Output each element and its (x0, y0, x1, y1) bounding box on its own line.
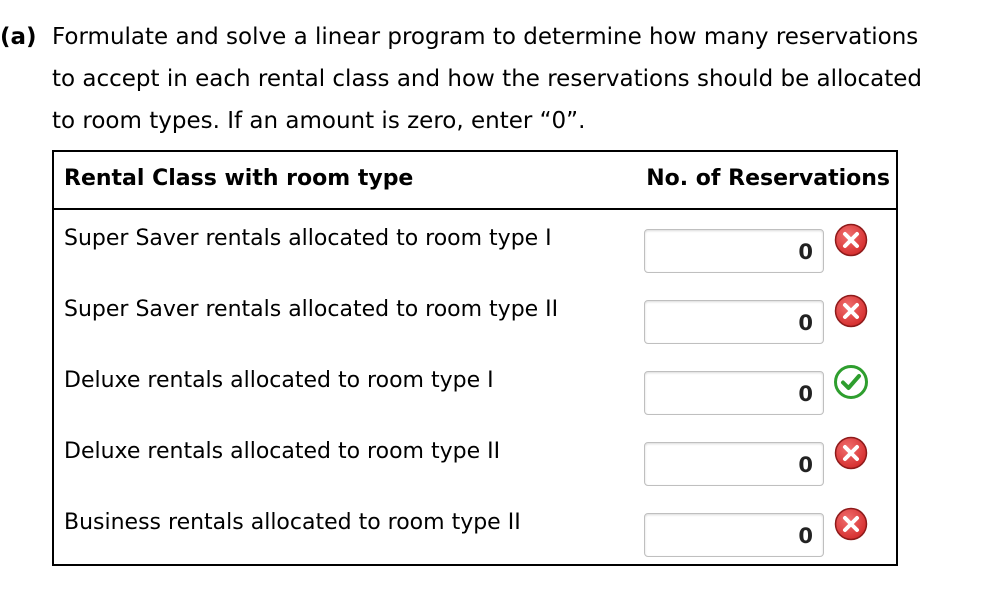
question-text: (a) Formulate and solve a linear program … (0, 16, 985, 142)
x-circle-icon (833, 435, 869, 471)
table-row: Deluxe rentals allocated to room type II… (54, 423, 896, 494)
table-row: Super Saver rentals allocated to room ty… (54, 210, 896, 281)
reservations-input[interactable]: 0 (644, 513, 824, 557)
x-circle-icon (833, 222, 869, 258)
reservations-input[interactable]: 0 (644, 300, 824, 344)
header-rental-class: Rental Class with room type (64, 166, 414, 191)
table-header: Rental Class with room type No. of Reser… (54, 152, 896, 210)
table-row: Super Saver rentals allocated to room ty… (54, 281, 896, 352)
question-line-1: (a) Formulate and solve a linear program … (0, 16, 985, 58)
x-circle-icon (833, 506, 869, 542)
question-text-1: Formulate and solve a linear program to … (52, 24, 919, 50)
question-line-2: to accept in each rental class and how t… (52, 66, 923, 92)
table-row: Business rentals allocated to room type … (54, 494, 896, 565)
x-circle-icon (833, 293, 869, 329)
check-circle-icon (833, 364, 869, 400)
row-label: Deluxe rentals allocated to room type II (64, 439, 501, 464)
question-line-3: to room types. If an amount is zero, ent… (52, 108, 586, 134)
reservations-input[interactable]: 0 (644, 371, 824, 415)
header-no-of-reservations: No. of Reservations (646, 166, 890, 191)
reservations-table: Rental Class with room type No. of Reser… (52, 150, 898, 566)
table-row: Deluxe rentals allocated to room type I … (54, 352, 896, 423)
question-label: (a) (0, 24, 37, 50)
row-label: Deluxe rentals allocated to room type I (64, 368, 494, 393)
row-label: Super Saver rentals allocated to room ty… (64, 226, 552, 251)
row-label: Super Saver rentals allocated to room ty… (64, 297, 559, 322)
reservations-input[interactable]: 0 (644, 442, 824, 486)
reservations-input[interactable]: 0 (644, 229, 824, 273)
row-label: Business rentals allocated to room type … (64, 510, 521, 535)
